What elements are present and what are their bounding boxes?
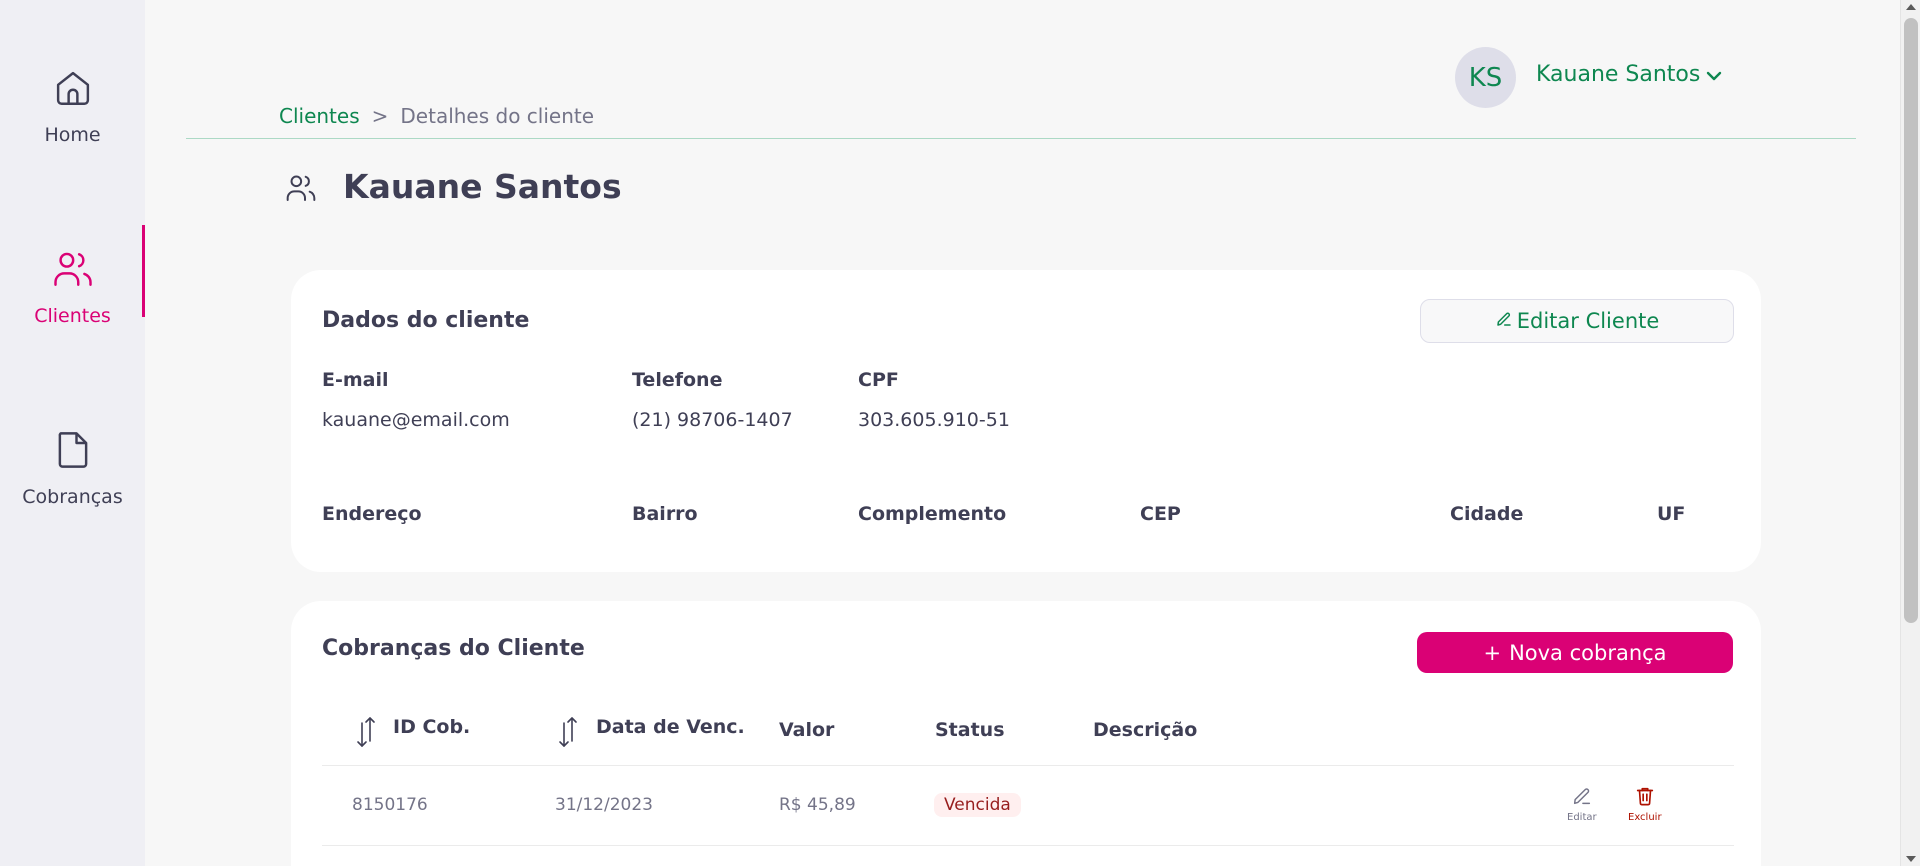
phone-label: Telefone — [632, 369, 723, 391]
table-divider — [322, 845, 1734, 846]
cpf-value: 303.605.910-51 — [858, 409, 1010, 431]
complement-label: Complemento — [858, 503, 1007, 525]
pencil-icon — [1495, 309, 1513, 333]
users-icon — [285, 172, 317, 208]
breadcrumb-current: Detalhes do cliente — [400, 104, 595, 128]
scrollbar-thumb[interactable] — [1904, 18, 1918, 623]
breadcrumb: Clientes > Detalhes do cliente — [279, 104, 594, 128]
header-divider — [186, 138, 1856, 139]
sidebar: Home Clientes Cobranças — [0, 0, 145, 866]
new-charge-button[interactable]: + Nova cobrança — [1417, 632, 1733, 673]
district-label: Bairro — [632, 503, 698, 525]
sort-icon[interactable] — [556, 715, 580, 753]
city-label: Cidade — [1450, 503, 1524, 525]
cpf-label: CPF — [858, 369, 899, 391]
users-icon — [49, 245, 97, 293]
charge-due-date: 31/12/2023 — [555, 795, 653, 815]
breadcrumb-link-clientes[interactable]: Clientes — [279, 104, 360, 128]
sort-icon[interactable] — [354, 715, 378, 753]
column-header-due-date[interactable]: Data de Venc. — [596, 716, 745, 738]
chevron-down-icon[interactable] — [1704, 66, 1724, 90]
delete-charge-label: Excluir — [1628, 812, 1662, 823]
sidebar-item-clientes[interactable]: Clientes — [0, 225, 145, 327]
edit-charge-button[interactable]: Editar — [1567, 785, 1597, 823]
home-icon — [49, 64, 97, 112]
sidebar-item-home[interactable]: Home — [0, 64, 145, 146]
uf-label: UF — [1657, 503, 1686, 525]
table-divider — [322, 765, 1734, 766]
user-name[interactable]: Kauane Santos — [1536, 62, 1700, 87]
sidebar-item-label: Clientes — [34, 305, 111, 327]
delete-charge-button[interactable]: Excluir — [1628, 785, 1662, 823]
status-badge: Vencida — [934, 793, 1021, 817]
sidebar-item-cobrancas[interactable]: Cobranças — [0, 426, 145, 508]
page-title: Kauane Santos — [343, 167, 622, 206]
column-header-description: Descrição — [1093, 719, 1198, 741]
email-value: kauane@email.com — [322, 409, 510, 431]
charge-value: R$ 45,89 — [779, 795, 856, 815]
client-data-title: Dados do cliente — [322, 308, 530, 333]
address-label: Endereço — [322, 503, 422, 525]
avatar[interactable]: KS — [1455, 47, 1516, 108]
sidebar-item-label: Home — [44, 124, 101, 146]
edit-client-button[interactable]: Editar Cliente — [1420, 299, 1734, 343]
column-header-status: Status — [935, 719, 1005, 741]
phone-value: (21) 98706-1407 — [632, 409, 793, 431]
scroll-down-arrow-icon[interactable] — [1906, 856, 1916, 862]
trash-icon — [1634, 785, 1656, 811]
charge-id: 8150176 — [352, 795, 428, 815]
client-charges-title: Cobranças do Cliente — [322, 636, 585, 661]
breadcrumb-separator: > — [371, 104, 389, 128]
page-scrollbar[interactable] — [1900, 0, 1920, 866]
sidebar-item-label: Cobranças — [22, 486, 123, 508]
email-label: E-mail — [322, 369, 389, 391]
edit-client-label: Editar Cliente — [1516, 309, 1660, 333]
new-charge-label: Nova cobrança — [1509, 640, 1667, 665]
pencil-icon — [1571, 785, 1593, 811]
document-icon — [49, 426, 97, 474]
client-data-card: Dados do cliente Editar Cliente E-mail k… — [291, 270, 1761, 572]
plus-icon: + — [1483, 640, 1502, 665]
scroll-up-arrow-icon[interactable] — [1906, 4, 1916, 10]
column-header-value: Valor — [779, 719, 835, 741]
column-header-id[interactable]: ID Cob. — [393, 716, 470, 738]
cep-label: CEP — [1140, 503, 1181, 525]
edit-charge-label: Editar — [1567, 812, 1597, 823]
client-charges-card: Cobranças do Cliente + Nova cobrança ID … — [291, 601, 1761, 866]
